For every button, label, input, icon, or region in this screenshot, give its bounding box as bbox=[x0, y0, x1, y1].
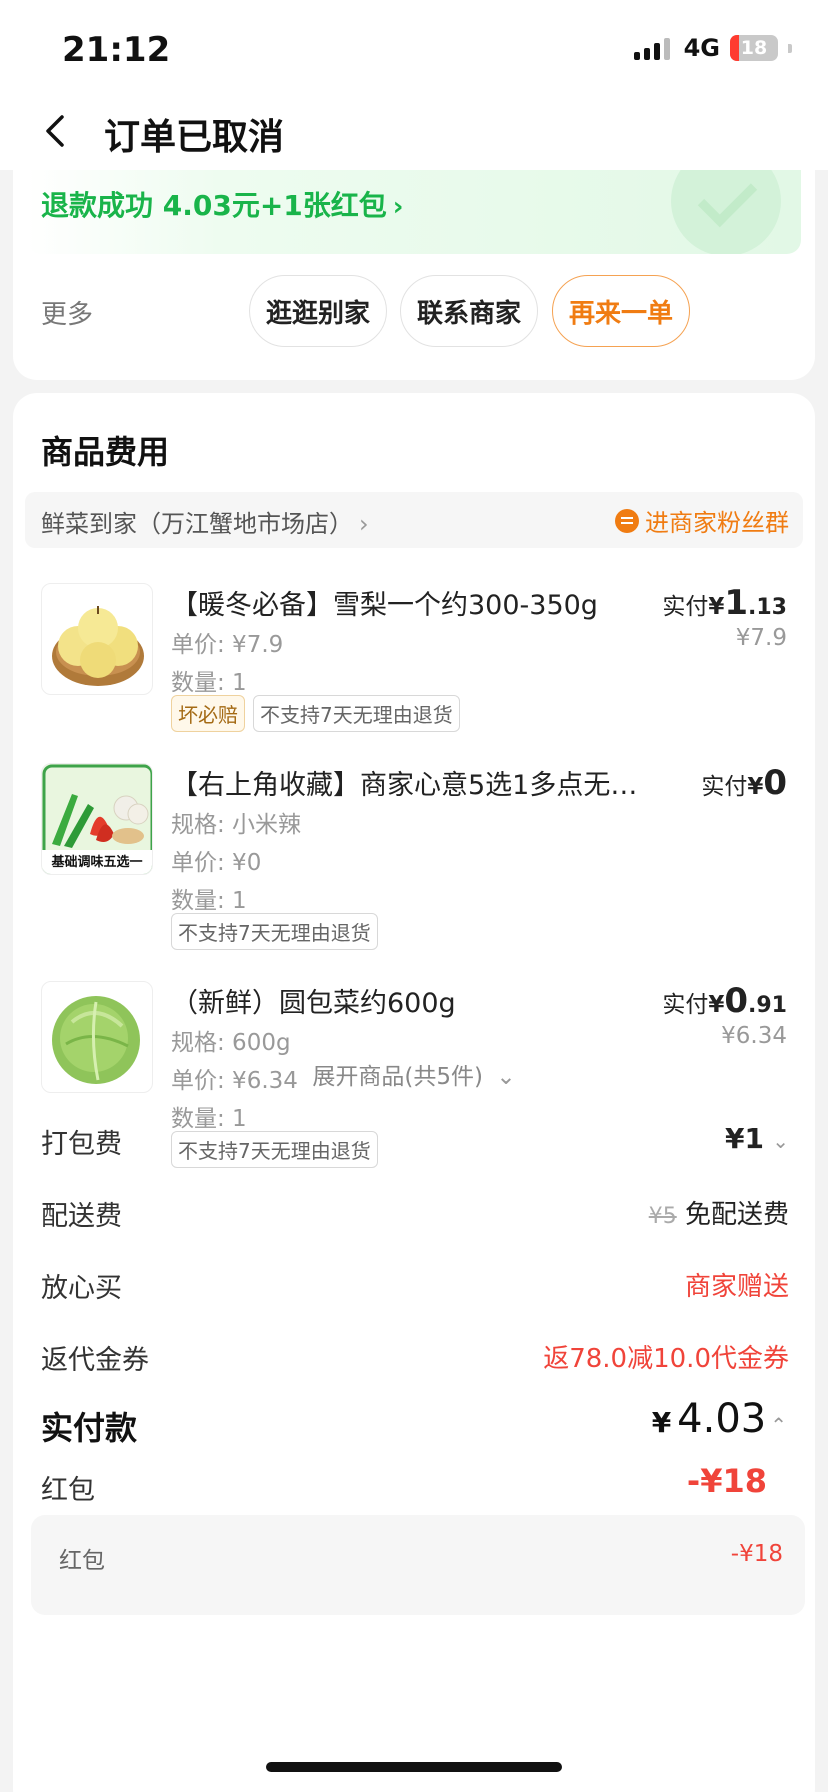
back-button[interactable] bbox=[30, 106, 80, 156]
paid-integer: 0 bbox=[724, 981, 749, 1021]
chat-icon bbox=[615, 508, 639, 533]
total-amount: 4.03 bbox=[677, 1396, 767, 1442]
thumb-caption: 基础调味五选一 bbox=[51, 855, 143, 870]
nav-bar: 订单已取消 bbox=[0, 96, 828, 170]
paid-prefix: 实付 bbox=[662, 992, 709, 1018]
product-spec: 规格: 600g bbox=[171, 1030, 291, 1056]
red-packet-label: 红包 bbox=[41, 1475, 95, 1506]
reorder-button[interactable]: 再来一单 bbox=[552, 275, 690, 347]
product-tags: 不支持7天无理由退货 bbox=[171, 913, 378, 950]
red-packet-detail-value: -¥18 bbox=[730, 1541, 783, 1567]
order-status-card: 退款成功 4.03元+1张红包 › 更多 逛逛别家 联系商家 再来一单 bbox=[13, 170, 815, 380]
product-item[interactable]: 基础调味五选一 【右上角收藏】商家心意5选1多点无… 规格: 小米辣 单价: ¥… bbox=[13, 763, 815, 950]
chevron-right-icon: › bbox=[392, 192, 404, 222]
currency-symbol: ¥ bbox=[708, 992, 725, 1018]
chevron-left-icon bbox=[46, 115, 64, 147]
assurance-label: 放心买 bbox=[41, 1273, 122, 1304]
product-original-price: ¥6.34 bbox=[721, 1023, 787, 1049]
product-unit-price: 单价: ¥0 bbox=[171, 850, 262, 876]
delivery-fee-value: ¥5 免配送费 bbox=[649, 1194, 789, 1231]
product-item[interactable]: 【暖冬必备】雪梨一个约300-350g 单价: ¥7.9 数量: 1 实付¥1.… bbox=[13, 583, 815, 732]
total-label: 实付款 bbox=[41, 1409, 138, 1447]
product-title: （新鲜）圆包菜约600g bbox=[171, 988, 456, 1019]
chevron-down-icon: ⌄ bbox=[496, 1064, 516, 1090]
expand-label: 展开商品(共5件) bbox=[312, 1064, 483, 1090]
product-paid: 实付¥0 bbox=[701, 763, 787, 803]
total-amount-toggle[interactable]: ¥4.03 ⌃ bbox=[652, 1396, 787, 1442]
product-image-pear bbox=[41, 583, 153, 695]
product-paid: 实付¥0.91 bbox=[662, 981, 787, 1021]
coupon-value: 返78.0减10.0代金券 bbox=[543, 1344, 789, 1374]
tag-damage-guarantee: 坏必赔 bbox=[171, 695, 245, 732]
fan-group-link[interactable]: 进商家粉丝群 bbox=[615, 503, 789, 538]
contact-merchant-button[interactable]: 联系商家 bbox=[400, 275, 538, 347]
paid-decimal: .91 bbox=[748, 993, 787, 1018]
signal-icon bbox=[633, 36, 670, 60]
currency-symbol: ¥ bbox=[651, 1406, 672, 1439]
paid-prefix: 实付 bbox=[662, 594, 709, 620]
product-quantity: 数量: 1 bbox=[171, 670, 247, 696]
status-icons: 4G 18 bbox=[633, 34, 792, 62]
packing-fee-amount: ¥1 bbox=[725, 1122, 764, 1155]
delivery-free: 免配送费 bbox=[684, 1200, 789, 1230]
red-packet-detail-label: 红包 bbox=[59, 1548, 105, 1574]
goods-fee-card: 商品费用 鲜菜到家（万江蟹地市场店） › 进商家粉丝群 【暖冬必备】雪梨一个约30… bbox=[13, 393, 815, 1792]
home-indicator[interactable] bbox=[266, 1762, 562, 1772]
refund-status[interactable]: 退款成功 4.03元+1张红包 › bbox=[41, 184, 404, 224]
status-time: 21:12 bbox=[62, 30, 171, 70]
more-button[interactable]: 更多 bbox=[41, 294, 93, 331]
status-bar: 21:12 4G 18 bbox=[0, 0, 828, 96]
check-circle-icon bbox=[671, 170, 781, 254]
browse-other-stores-button[interactable]: 逛逛别家 bbox=[249, 275, 387, 347]
coupon-label: 返代金券 bbox=[41, 1345, 149, 1376]
red-packet-value: -¥18 bbox=[686, 1462, 767, 1500]
delivery-fee-row: 配送费 ¥5 免配送费 bbox=[41, 1194, 789, 1234]
tag-no-return: 不支持7天无理由退货 bbox=[253, 695, 460, 732]
red-packet-detail: 红包 -¥18 bbox=[31, 1515, 805, 1615]
refund-banner[interactable]: 退款成功 4.03元+1张红包 › bbox=[27, 170, 801, 254]
product-title: 【暖冬必备】雪梨一个约300-350g bbox=[171, 590, 598, 621]
paid-integer: 1 bbox=[724, 583, 749, 623]
section-title: 商品费用 bbox=[41, 433, 170, 471]
battery-tip bbox=[788, 43, 792, 53]
product-quantity: 数量: 1 bbox=[171, 888, 247, 914]
store-link[interactable]: 鲜菜到家（万江蟹地市场店） › bbox=[41, 504, 369, 539]
delivery-fee-label: 配送费 bbox=[41, 1201, 122, 1232]
product-image-seasoning: 基础调味五选一 bbox=[41, 763, 153, 875]
paid-integer: 0 bbox=[763, 763, 787, 803]
chevron-down-icon: ⌄ bbox=[772, 1129, 789, 1153]
assurance-row: 放心买 商家赠送 bbox=[41, 1266, 789, 1306]
network-type: 4G bbox=[683, 34, 720, 62]
packing-fee-value: ¥1 ⌄ bbox=[725, 1122, 789, 1155]
battery-level: 18 bbox=[740, 37, 768, 59]
refund-text: 退款成功 4.03元+1张红包 bbox=[41, 189, 387, 222]
product-tags: 坏必赔 不支持7天无理由退货 bbox=[171, 695, 460, 732]
currency-symbol: ¥ bbox=[708, 594, 725, 620]
chevron-up-icon: ⌃ bbox=[770, 1413, 787, 1437]
paid-decimal: .13 bbox=[748, 595, 787, 620]
coupon-row: 返代金券 返78.0减10.0代金券 bbox=[41, 1338, 789, 1378]
fan-group-label: 进商家粉丝群 bbox=[645, 509, 789, 537]
store-bar: 鲜菜到家（万江蟹地市场店） › 进商家粉丝群 bbox=[25, 492, 803, 548]
product-original-price: ¥7.9 bbox=[735, 625, 787, 651]
product-title: 【右上角收藏】商家心意5选1多点无… bbox=[171, 770, 638, 801]
product-unit-price: 单价: ¥7.9 bbox=[171, 632, 284, 658]
product-spec: 规格: 小米辣 bbox=[171, 812, 302, 838]
tag-no-return: 不支持7天无理由退货 bbox=[171, 913, 378, 950]
chevron-right-icon: › bbox=[359, 510, 369, 538]
delivery-original: ¥5 bbox=[648, 1204, 677, 1229]
product-paid: 实付¥1.13 bbox=[662, 583, 787, 623]
packing-fee-label: 打包费 bbox=[41, 1129, 122, 1160]
currency-symbol: ¥ bbox=[747, 774, 764, 800]
paid-prefix: 实付 bbox=[701, 774, 748, 800]
battery-icon: 18 bbox=[730, 35, 778, 61]
page-title: 订单已取消 bbox=[104, 117, 285, 158]
expand-products-button[interactable]: 展开商品(共5件) ⌄ bbox=[13, 1057, 815, 1091]
store-name: 鲜菜到家（万江蟹地市场店） bbox=[41, 510, 353, 538]
assurance-value: 商家赠送 bbox=[684, 1272, 789, 1302]
packing-fee-row[interactable]: 打包费 ¥1 ⌄ bbox=[41, 1122, 789, 1162]
